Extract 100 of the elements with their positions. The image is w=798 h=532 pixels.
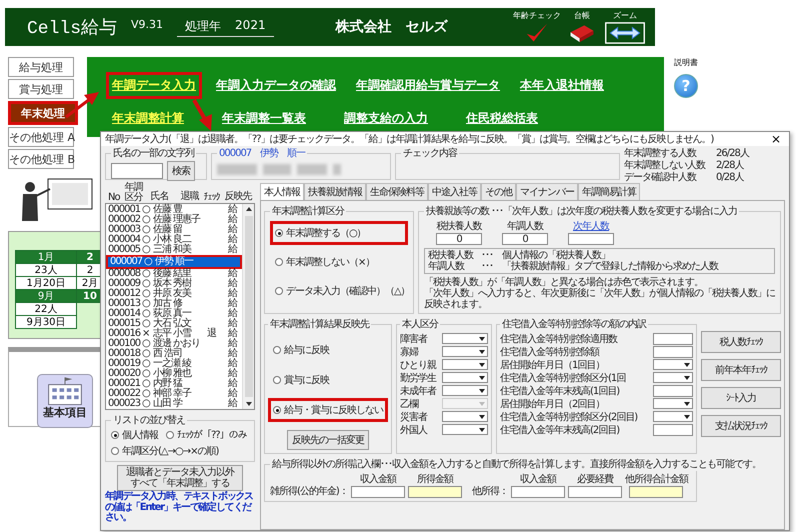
text-field[interactable] [653,346,693,358]
list-row[interactable]: 000013 ○ 加古 修 給 [106,299,242,309]
dropdown[interactable] [653,359,693,370]
list-row[interactable]: 000018 ○ 西 浩司 給 [106,349,242,359]
list-row[interactable]: 000020 ○ 小柳 雅也 給 [106,369,242,379]
tab[interactable]: 扶養親族情報 [304,183,366,200]
employee-name: 神部 幸子 [153,389,192,399]
list-row[interactable]: 000003 ○ 佐藤 留 給 [106,225,242,235]
target-mark: 給 [228,398,237,409]
dropdown[interactable] [442,424,488,435]
list-row[interactable]: 000015 ○ 大石 弘文 給 [106,319,242,329]
menu-button[interactable]: 賞与処理 [8,79,74,99]
dropdown[interactable] [442,372,488,383]
caret-icon [684,415,690,419]
list-row[interactable]: 000100 ○ 渡邊 かおり 給 [106,339,242,349]
tab[interactable]: 年調簡易計算 [578,183,640,200]
text-field[interactable] [653,384,693,396]
menu-link[interactable]: 住民税総括表 [460,105,544,132]
shortcut-button[interactable]: 基本項目 [37,374,93,428]
number-field[interactable]: 0 [436,233,482,245]
list-row[interactable]: 000002 ○ 佐藤 理惠子 給 [106,215,242,225]
amount-field[interactable] [568,486,622,498]
radio-button[interactable] [273,376,281,384]
bulk-adjust-button[interactable]: 退職者とデータ未入力以外すべて「年末調整」する [117,465,243,491]
list-row[interactable]: 000021 ○ 内野 猛 給 [106,379,242,389]
dropdown[interactable] [653,372,693,383]
menu-link[interactable]: 年調入力データの確認 [210,72,342,99]
list-row[interactable]: 000022 ○ 神部 幸子 給 [106,389,242,399]
radio-button[interactable] [275,229,283,237]
toolbar-button[interactable]: 台帳 [569,10,595,44]
field-label: 雑所得(公的年金)： [270,484,348,498]
dropdown[interactable] [442,411,488,422]
menu-link[interactable]: 年調確認用給与賞与データ [350,72,506,99]
list-row[interactable]: 000004 ○ 小林 良二 給 [106,235,242,245]
list-row[interactable]: 000019 ○ 一之瀬 綾 給 [106,359,242,369]
arrow [65,92,99,118]
menu-link[interactable]: 年調データ入力 [106,72,202,99]
list-row[interactable]: 000001 ○ 佐藤 豊 給 [106,205,242,215]
list-row[interactable]: 000007 ○ 伊勢 順一 [106,255,242,269]
column-header: 必要経費 [576,472,613,486]
close-button[interactable]: × [766,132,785,146]
number-field[interactable] [568,233,614,245]
dropdown[interactable] [442,333,488,344]
list-row[interactable]: 000014 ○ 荻原 真一 給 [106,309,242,319]
status-mark: ○ [142,289,152,299]
list-row[interactable]: 000005 ○ 三浦 和美 給 [106,245,242,255]
amount-field[interactable] [408,486,462,498]
check-button[interactable]: 支払状況ﾁｪｯｸ [701,415,781,437]
radio-label: 個人情報 [122,428,158,442]
dropdown[interactable] [442,346,488,357]
toolbar-button[interactable]: 年齢チェック [513,10,561,44]
check-button[interactable]: 税人数ﾁｪｯｸ [701,331,781,353]
menu-link[interactable]: 年末調整一覧表 [216,105,312,132]
radio-button[interactable] [273,406,281,414]
check-button[interactable]: 前年本年ﾁｪｯｸ [701,359,781,381]
radio-button[interactable] [275,258,283,266]
amount-field[interactable] [350,486,405,498]
list-row[interactable]: 000023 ○ 山田 学 給 [106,399,242,409]
toolbar-button[interactable]: ズーム [603,10,647,44]
radio-button[interactable] [273,346,281,354]
field-link[interactable]: 次年人数 [573,219,609,233]
group-label: チェック内容 [402,146,458,160]
dropdown[interactable] [442,359,488,370]
text-field[interactable] [653,424,693,436]
radio-button[interactable] [111,431,119,439]
tab[interactable]: その他 [481,183,516,200]
radio-button[interactable] [166,431,174,439]
target-mark: 給 [228,268,237,279]
tab[interactable]: マイナンバー [516,183,578,200]
amount-field[interactable] [510,486,565,498]
menu-button[interactable]: 給与処理 [8,57,74,77]
list-row[interactable]: 000009 ○ 坂本 秀樹 給 [106,279,242,289]
bulk-change-button[interactable]: 反映先の一括変更 [287,430,369,450]
tab[interactable]: 生命保険料等 [366,183,428,200]
radio-button[interactable] [275,287,283,295]
dropdown[interactable] [442,385,488,396]
list-row[interactable]: 000008 ○ 後藤 結里 給 [106,269,242,279]
menu-button[interactable]: その他処理 A [8,127,74,147]
tab[interactable]: 本人情報 [260,183,304,200]
dropdown[interactable] [653,411,693,422]
menu-link[interactable]: 調整支給の入力 [338,105,434,132]
check-button[interactable]: ｼｰﾄ入力 [701,387,781,409]
menu-button[interactable]: 年末処理 [8,101,78,125]
menu-link[interactable]: 年末調整計算 [106,105,190,132]
search-field[interactable] [111,163,163,179]
radio-button[interactable] [111,447,119,455]
group-label: 本人区分 [401,318,440,331]
menu-button[interactable]: その他処理 B [8,149,74,169]
search-button[interactable]: 検索 [167,161,195,181]
list-row[interactable]: 000012 ○ 井原 友美 給 [106,289,242,299]
scrollbar[interactable] [242,204,254,409]
status-mark: ○ [142,349,152,359]
status-mark: ○ [142,339,152,349]
tab[interactable]: 中途入社等 [428,183,481,200]
dropdown[interactable] [653,398,693,409]
text-field[interactable] [653,332,693,344]
amount-field[interactable] [629,486,684,498]
menu-link[interactable]: 本年入退社情報 [514,72,610,99]
list-row[interactable]: 000016 × 志平 小雪 退 給 [106,329,242,339]
number-field[interactable]: 0 [502,233,548,245]
